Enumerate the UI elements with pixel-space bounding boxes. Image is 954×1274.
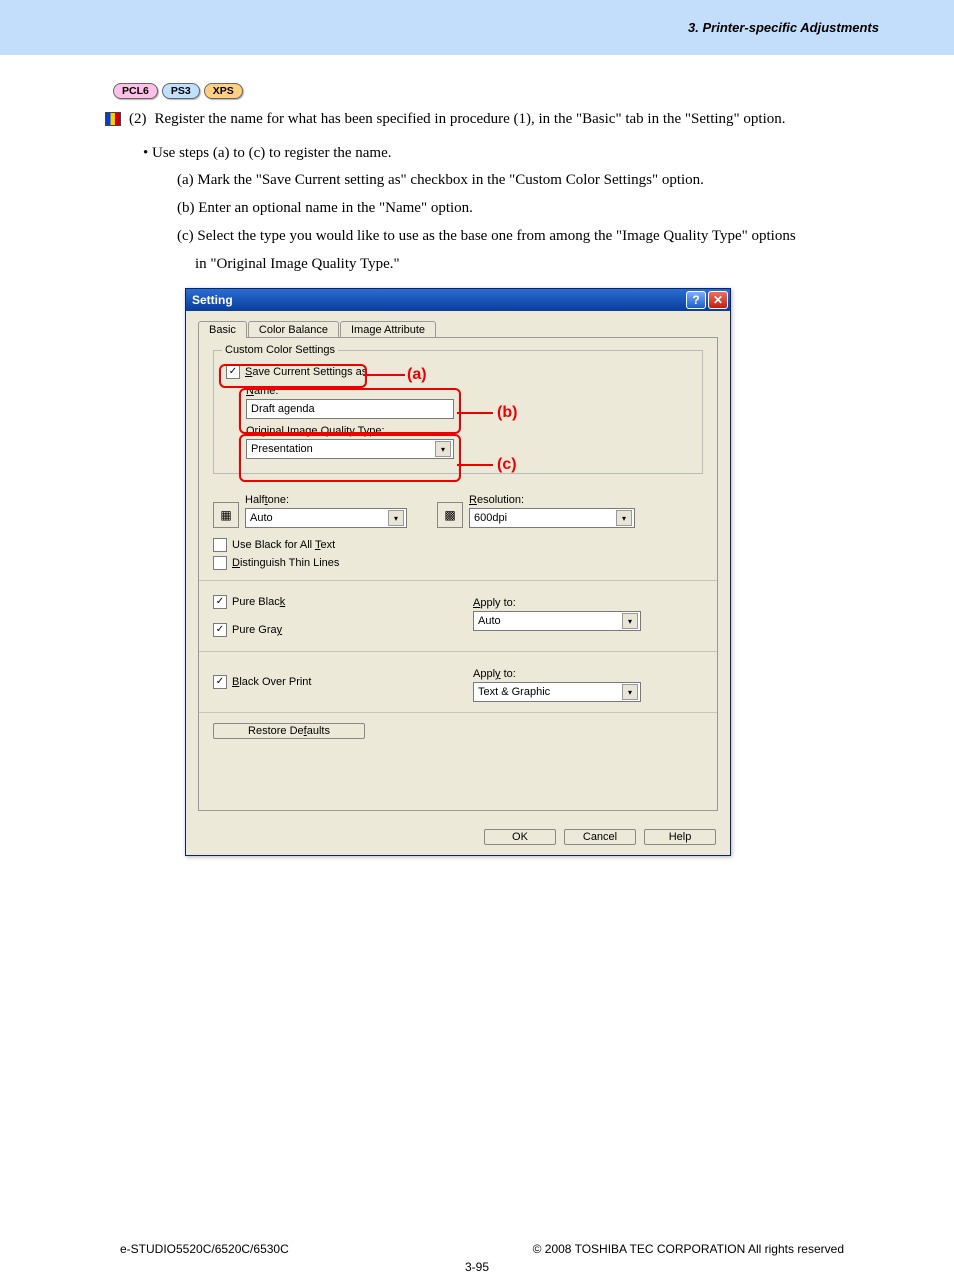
apply-to-select-1[interactable]: Auto ▾ [473,611,641,631]
use-steps-line: • Use steps (a) to (c) to register the n… [143,139,894,168]
dialog-titlebar: Setting ? ✕ [186,289,730,311]
pure-gray-label: Pure Gray [232,624,282,636]
pure-black-checkbox[interactable] [213,595,227,609]
apply-to-select-2[interactable]: Text & Graphic ▾ [473,682,641,702]
halftone-icon: ▦ [213,502,239,528]
orig-quality-select[interactable]: Presentation ▾ [246,439,454,459]
halftone-select[interactable]: Auto ▾ [245,508,407,528]
pill-pcl6: PCL6 [113,83,158,99]
step-c-cont: in "Original Image Quality Type." [195,251,894,279]
custom-color-fieldset: Custom Color Settings Save Current Setti… [213,350,703,474]
driver-pills: PCL6 PS3 XPS [113,83,894,99]
footer-model: e-STUDIO5520C/6520C/6530C [120,1242,289,1256]
chevron-down-icon: ▾ [388,510,404,526]
pure-apply-row: Pure Black Pure Gray Apply to: [213,591,703,641]
tab-image-attribute[interactable]: Image Attribute [340,321,436,338]
orig-quality-label: Original Image Quality Type: [246,425,690,437]
tab-panel-basic: Custom Color Settings Save Current Setti… [198,337,718,811]
black-overprint-label: Black Over Print [232,676,311,688]
apply-to-label-1: Apply to: [473,597,703,609]
black-overprint-checkbox[interactable] [213,675,227,689]
pure-black-row: Pure Black [213,595,443,609]
overprint-apply-row: Black Over Print Apply to: Text & Graphi… [213,662,703,702]
apply-to-label-2: Apply to: [473,668,703,680]
section-title: 3. Printer-specific Adjustments [688,20,879,35]
name-label: Name: [246,385,690,397]
halftone-label: Halftone: [245,494,407,506]
setting-dialog: Setting ? ✕ Basic Color Balance Image At… [185,288,731,856]
resolution-label: Resolution: [469,494,635,506]
save-as-checkbox[interactable] [226,365,240,379]
black-overprint-row: Black Over Print [213,675,443,689]
tab-color-balance[interactable]: Color Balance [248,321,339,338]
pill-xps: XPS [204,83,243,99]
resolution-select[interactable]: 600dpi ▾ [469,508,635,528]
procedure-text: Register the name for what has been spec… [155,109,786,131]
save-as-label: Save Current Settings as [245,366,367,378]
footer-copyright: © 2008 TOSHIBA TEC CORPORATION All right… [533,1242,844,1256]
distinguish-checkbox[interactable] [213,556,227,570]
fieldset-legend: Custom Color Settings [222,344,338,356]
distinguish-label: Distinguish Thin Lines [232,557,339,569]
pill-ps3: PS3 [162,83,200,99]
procedure-line: (2) Register the name for what has been … [105,109,894,131]
use-black-label: Use Black for All Text [232,539,335,551]
chevron-down-icon: ▾ [435,441,451,457]
halftone-resolution-row: ▦ Halftone: Auto ▾ [213,488,703,528]
color-icon [105,112,121,126]
step-c: (c) Select the type you would like to us… [177,223,894,251]
step-b: (b) Enter an optional name in the "Name"… [177,195,894,223]
page-header: 3. Printer-specific Adjustments [0,0,954,55]
procedure-number: (2) [129,109,147,131]
save-as-row: Save Current Settings as [226,365,690,379]
ok-button[interactable]: OK [484,829,556,845]
tab-strip: Basic Color Balance Image Attribute [198,321,718,338]
step-a: (a) Mark the "Save Current setting as" c… [177,167,894,195]
pure-black-label: Pure Black [232,596,285,608]
chevron-down-icon: ▾ [622,684,638,700]
distinguish-row: Distinguish Thin Lines [213,556,703,570]
use-black-checkbox[interactable] [213,538,227,552]
use-black-row: Use Black for All Text [213,538,703,552]
dialog-title: Setting [192,293,233,307]
restore-defaults-button[interactable]: Restore Defaults [213,723,365,739]
name-input[interactable]: Draft agenda [246,399,454,419]
pure-gray-row: Pure Gray [213,623,443,637]
titlebar-close-button[interactable]: ✕ [708,291,728,309]
titlebar-help-button[interactable]: ? [686,291,706,309]
chevron-down-icon: ▾ [622,613,638,629]
tab-basic[interactable]: Basic [198,321,247,338]
chevron-down-icon: ▾ [616,510,632,526]
cancel-button[interactable]: Cancel [564,829,636,845]
resolution-icon: ▩ [437,502,463,528]
help-button[interactable]: Help [644,829,716,845]
dialog-button-row: OK Cancel Help [186,821,730,855]
pure-gray-checkbox[interactable] [213,623,227,637]
